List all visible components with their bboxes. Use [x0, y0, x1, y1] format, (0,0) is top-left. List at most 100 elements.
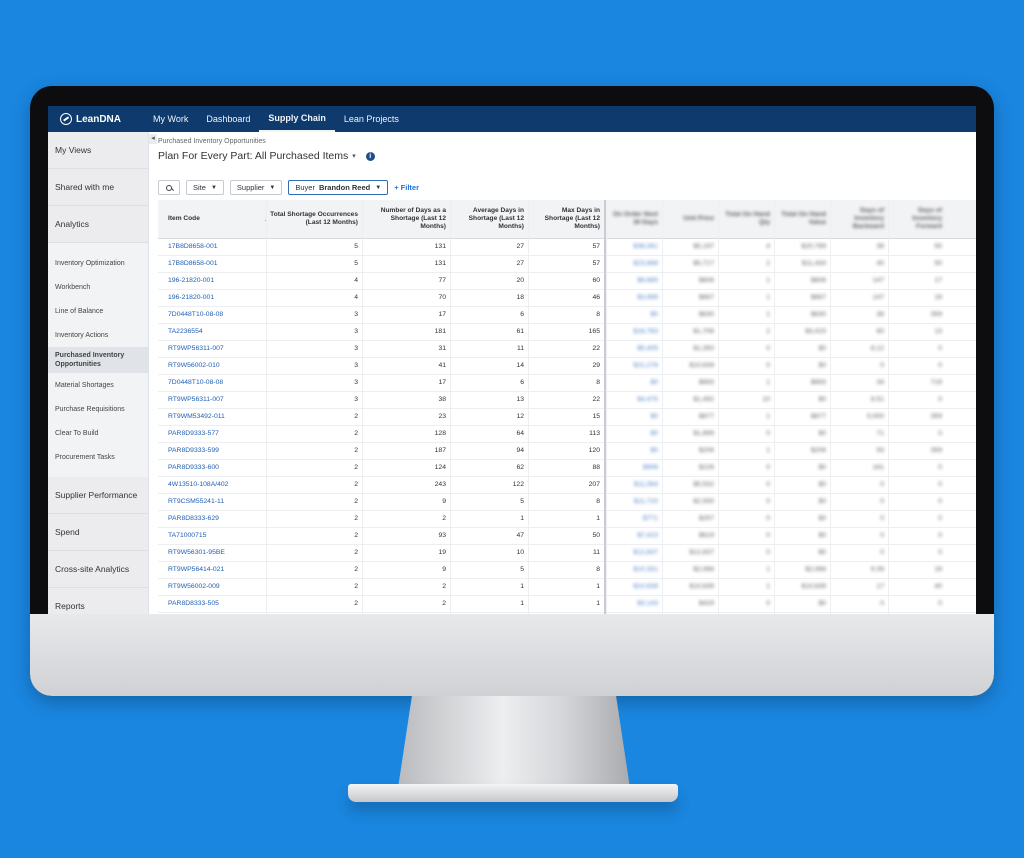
table-row[interactable]: RT9W56002-010 3 41 14 29 $21,278 $10,639 0 $0 0 0	[158, 357, 976, 375]
sidebar-item-inventory-optimization[interactable]: Inventory Optimization	[48, 251, 148, 275]
breadcrumb[interactable]: Purchased Inventory Opportunities	[158, 138, 266, 145]
filter-toolbar: Site ▼ Supplier ▼ Buyer Brandon Reed ▼ +…	[158, 180, 419, 195]
column-header[interactable]: Unit Price	[662, 200, 718, 238]
column-header-label: Total On Hand Qty	[725, 210, 770, 226]
sidebar-item-purchase-requisitions[interactable]: Purchase Requisitions	[48, 397, 148, 421]
column-header[interactable]: Max Days in Shortage (Last 12 Months)	[528, 200, 604, 238]
sidebar-item-inventory-actions[interactable]: Inventory Actions	[48, 323, 148, 347]
sidebar-item-material-shortages[interactable]: Material Shortages	[48, 373, 148, 397]
collapse-sidebar-icon[interactable]: ◂	[149, 134, 157, 144]
sidebar-item-procurement-tasks[interactable]: Procurement Tasks	[48, 445, 148, 469]
add-filter-link[interactable]: + Filter	[394, 183, 419, 192]
column-header[interactable]: Total Shortage Occurrences (Last 12 Mont…	[266, 200, 362, 238]
table-row[interactable]: 17B8D8658-001 5 131 27 57 $36,061 $5,197 4 $20,7…	[158, 238, 976, 256]
table-cell: 27	[516, 243, 524, 250]
site-filter[interactable]: Site ▼	[186, 180, 224, 195]
item-code-link[interactable]: RT9W56002-009	[158, 578, 266, 595]
table-row[interactable]: 4W13510-108A/402 2 243 122 207 $11,064 $5,532 0…	[158, 476, 976, 494]
item-code-link[interactable]: 17B8D8658-001	[158, 238, 266, 255]
column-header[interactable]: Total On Hand Qty	[718, 200, 774, 238]
nav-supply-chain[interactable]: Supply Chain	[259, 106, 335, 132]
item-code-link[interactable]: RT9CSM55241-11	[158, 493, 266, 510]
table-cell: 17	[438, 311, 446, 318]
frozen-column-divider[interactable]	[604, 200, 606, 614]
table-row[interactable]: 196-21820-001 4 70 18 46 $3,999 $667 1 $667 147 19	[158, 289, 976, 307]
column-header[interactable]: Average Days in Shortage (Last 12 Months…	[450, 200, 528, 238]
sidebar-supplier-performance[interactable]: Supplier Performance	[48, 477, 148, 514]
supplier-filter[interactable]: Supplier ▼	[229, 180, 283, 195]
item-code-link[interactable]: PAR8D8333-629	[158, 510, 266, 527]
sidebar-my-views[interactable]: My Views	[48, 132, 148, 169]
sidebar-item-line-of-balance[interactable]: Line of Balance	[48, 299, 148, 323]
item-code-link[interactable]: 7D0448T10-08-08	[158, 374, 266, 391]
table-row[interactable]: RT9W56002-009 2 2 1 1 $10,639 $10,639 1 $10,639 1…	[158, 578, 976, 596]
nav-my-work[interactable]: My Work	[144, 106, 197, 132]
table-row[interactable]: PAR8D9333-600 2 124 62 88 $906 $226 0 $0 181 0	[158, 459, 976, 477]
table-cell: 1	[766, 447, 770, 454]
table-row[interactable]: TA2236554 3 181 61 165 $16,763 $1,708 2 $3,415 60…	[158, 323, 976, 341]
item-code-link[interactable]: 7D0448T10-08-08	[158, 306, 266, 323]
table-row[interactable]: RT9WP56414-021 2 9 5 8 $10,331 $2,066 1 $2,066 9.…	[158, 561, 976, 579]
table-row[interactable]: PAR8D8333-505 2 2 1 1 $3,143 $429 0 $0 0 0	[158, 595, 976, 613]
sidebar-shared-with-me[interactable]: Shared with me	[48, 169, 148, 206]
column-header[interactable]: On Order Next 30 Days	[606, 200, 662, 238]
table-row[interactable]: RT9W56004-016216815$9,281$9,2810$000	[158, 612, 976, 614]
item-code-link[interactable]: TA2236554	[158, 323, 266, 340]
table-row[interactable]: PAR8D9333-577 2 128 64 113 $0 $1,899 0 $0 71 0	[158, 425, 976, 443]
table-cell: $1,492	[693, 396, 714, 403]
column-header[interactable]: Days of Inventory Backward	[830, 200, 888, 238]
info-icon[interactable]: i	[365, 151, 375, 161]
table-row[interactable]: RT9W56301-95BE 2 19 10 11 $12,837 $12,837 0 $0 0 0	[158, 544, 976, 562]
nav-lean-projects[interactable]: Lean Projects	[335, 106, 408, 132]
sidebar-spend[interactable]: Spend	[48, 514, 148, 551]
table-cell: 2	[766, 328, 770, 335]
table-row[interactable]: 17B8D8658-001 5 131 27 57 $23,868 $5,717 2 $11,4…	[158, 255, 976, 273]
item-code-link[interactable]: 17B8D8658-001	[158, 255, 266, 272]
table-cell: $7,423	[637, 532, 658, 539]
page-title-selector[interactable]: Plan For Every Part: All Purchased Items…	[158, 150, 375, 162]
sidebar-item-workbench[interactable]: Workbench	[48, 275, 148, 299]
table-row[interactable]: 196-21820-001 4 77 20 60 $6,665 $606 1 $606 147 17	[158, 272, 976, 290]
item-code-link[interactable]: 196-21820-001	[158, 289, 266, 306]
sidebar-reports[interactable]: Reports	[48, 588, 148, 614]
sidebar-item-clear-to-build[interactable]: Clear To Build	[48, 421, 148, 445]
column-header[interactable]: Days of Inventory Forward	[888, 200, 946, 238]
table-cell: 23	[438, 413, 446, 420]
sidebar-analytics[interactable]: Analytics	[48, 206, 148, 243]
column-header[interactable]: Number of Days as a Shortage (Last 12 Mo…	[362, 200, 450, 238]
nav-dashboard[interactable]: Dashboard	[197, 106, 259, 132]
item-code-link[interactable]: RT9WP56414-021	[158, 561, 266, 578]
sidebar-cross-site-analytics[interactable]: Cross-site Analytics	[48, 551, 148, 588]
app-logo[interactable]: LeanDNA	[48, 113, 144, 125]
table-row[interactable]: PAR8D9333-599 2 187 94 120 $0 $206 1 $206 93 359	[158, 442, 976, 460]
table-row[interactable]: RT9WM53492-011 2 23 12 15 $0 $877 1 $877 5,000 359	[158, 408, 976, 426]
table-cell: 3	[354, 311, 358, 318]
table-row[interactable]: 7D0448T10-08-08 3 17 6 8 $0 $693 1 $693 34 719	[158, 374, 976, 392]
item-code-link[interactable]: TA71000715	[158, 527, 266, 544]
table-row[interactable]: RT9CSM55241-11 2 9 5 8 $11,720 $2,930 0 $0 0 0	[158, 493, 976, 511]
item-code-link[interactable]: PAR8D8333-505	[158, 595, 266, 612]
buyer-filter[interactable]: Buyer Brandon Reed ▼	[288, 180, 389, 195]
sidebar-item-purchased-inventory-opportunities[interactable]: Purchased Inventory Opportunities	[48, 347, 148, 373]
item-code-link[interactable]: RT9W56004-016	[158, 612, 266, 614]
item-code-link[interactable]: 4W13510-108A/402	[158, 476, 266, 493]
table-row[interactable]: RT9WP56311-007 3 38 13 22 $4,475 $1,492 10 $0 8.5…	[158, 391, 976, 409]
table-cell: 0	[938, 430, 942, 437]
item-code-link[interactable]: 196-21820-001	[158, 272, 266, 289]
column-separator	[362, 200, 363, 614]
item-code-link[interactable]: PAR8D9333-600	[158, 459, 266, 476]
column-header[interactable]: Item Code↓	[158, 200, 268, 238]
item-code-link[interactable]: RT9W56301-95BE	[158, 544, 266, 561]
item-code-link[interactable]: RT9WM53492-011	[158, 408, 266, 425]
item-code-link[interactable]: PAR8D9333-599	[158, 442, 266, 459]
search-button[interactable]	[158, 180, 180, 195]
item-code-link[interactable]: PAR8D9333-577	[158, 425, 266, 442]
table-row[interactable]: RT9WP56311-007 3 31 11 22 $5,405 $1,350 0 $0 8.12…	[158, 340, 976, 358]
table-row[interactable]: PAR8D8333-629 2 2 1 1 $771 $257 0 $0 0 0	[158, 510, 976, 528]
item-code-link[interactable]: RT9WP56311-007	[158, 340, 266, 357]
table-row[interactable]: 7D0448T10-08-08 3 17 6 8 $0 $630 1 $630 36 359	[158, 306, 976, 324]
item-code-link[interactable]: RT9W56002-010	[158, 357, 266, 374]
table-row[interactable]: TA71000715 2 93 47 50 $7,423 $619 0 $0 0 0	[158, 527, 976, 545]
column-header[interactable]: Total On Hand Value	[774, 200, 830, 238]
item-code-link[interactable]: RT9WP56311-007	[158, 391, 266, 408]
